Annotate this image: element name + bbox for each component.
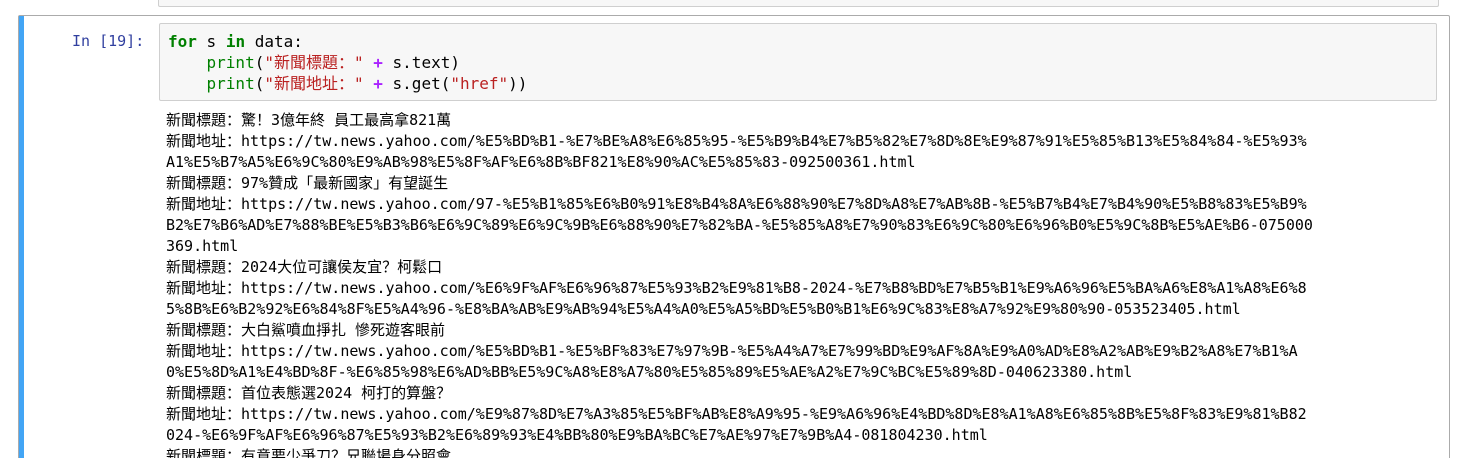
output-line: 新聞地址：https://tw.news.yahoo.com/%E5%BD%B1… [166, 342, 1298, 360]
code-line-3: print("新聞地址：" + s.get("href")) [168, 74, 528, 93]
output-line: 新聞標題：驚！3億年終 員工最高拿821萬 [166, 111, 452, 129]
notebook-page: In [19]: for s in data: print("新聞標題：" + … [0, 0, 1468, 458]
builtin-print: print [206, 74, 255, 93]
code-rest: data: [245, 32, 303, 51]
builtin-print: print [206, 53, 255, 72]
code-line-1: for s in data: [168, 32, 303, 51]
code-line-2: print("新聞標題：" + s.text) [168, 53, 460, 72]
paren-open: ( [254, 53, 265, 72]
output-line: 新聞標題：有意要少爭刀？兄聯場身分照會 [166, 447, 452, 458]
paren-open: ( [254, 74, 265, 93]
operator-plus: + [373, 74, 383, 93]
paren-close: )) [508, 74, 528, 93]
keyword-for: for [168, 32, 197, 51]
string-literal: "新聞標題：" [264, 53, 364, 72]
output-line: 新聞地址：https://tw.news.yahoo.com/%E5%BD%B1… [166, 132, 1307, 150]
output-line: 新聞地址：https://tw.news.yahoo.com/%E9%87%8D… [166, 405, 1307, 423]
output-line: 0%E5%8D%A1%E4%BD%8F-%E6%85%98%E6%AD%BB%E… [166, 363, 1133, 381]
code-editor[interactable]: for s in data: print("新聞標題：" + s.text) p… [159, 23, 1437, 101]
output-line: A1%E5%B7%A5%E6%9C%80%E9%AB%98%E5%8F%AF%E… [166, 153, 916, 171]
code-text[interactable]: for s in data: print("新聞標題：" + s.text) p… [168, 31, 527, 94]
output-line: 新聞標題：首位表態選2024 柯打的算盤？ [166, 384, 452, 402]
output-line: 369.html [166, 237, 239, 255]
output-line: 新聞標題：2024大位可讓侯友宜？柯鬆口 [166, 258, 443, 276]
output-line: 新聞標題：大白鯊噴血掙扎 慘死遊客眼前 [166, 321, 446, 339]
code-mid: s.get( [382, 74, 451, 93]
output-line: 新聞標題：97%贊成「最新國家」有望誕生 [166, 174, 449, 192]
output-line: 新聞地址：https://tw.news.yahoo.com/%E6%9F%AF… [166, 279, 1307, 297]
previous-cell[interactable] [158, 0, 1439, 7]
output-line: 024-%E6%9F%AF%E6%96%87%E5%93%B2%E6%89%93… [166, 426, 988, 444]
code-rest: s.text) [382, 53, 460, 72]
output-line: 新聞地址：https://tw.news.yahoo.com/97-%E5%B1… [166, 195, 1307, 213]
string-literal-href: "href" [450, 74, 509, 93]
code-var: s [196, 32, 226, 51]
string-literal: "新聞地址：" [264, 74, 364, 93]
input-prompt: In [19]: [72, 32, 145, 50]
output-line: 5%8B%E6%B2%92%E6%84%8F%E5%A4%96-%E8%BA%A… [166, 300, 1241, 318]
cell-output: 新聞標題：驚！3億年終 員工最高拿821萬 新聞地址：https://tw.ne… [166, 110, 1434, 458]
output-line: B2%E7%B6%AD%E7%88%BE%E5%B3%B6%E6%9C%89%E… [166, 216, 1313, 234]
operator-plus: + [373, 53, 383, 72]
keyword-in: in [225, 32, 246, 51]
selected-cell-indicator [19, 16, 24, 458]
